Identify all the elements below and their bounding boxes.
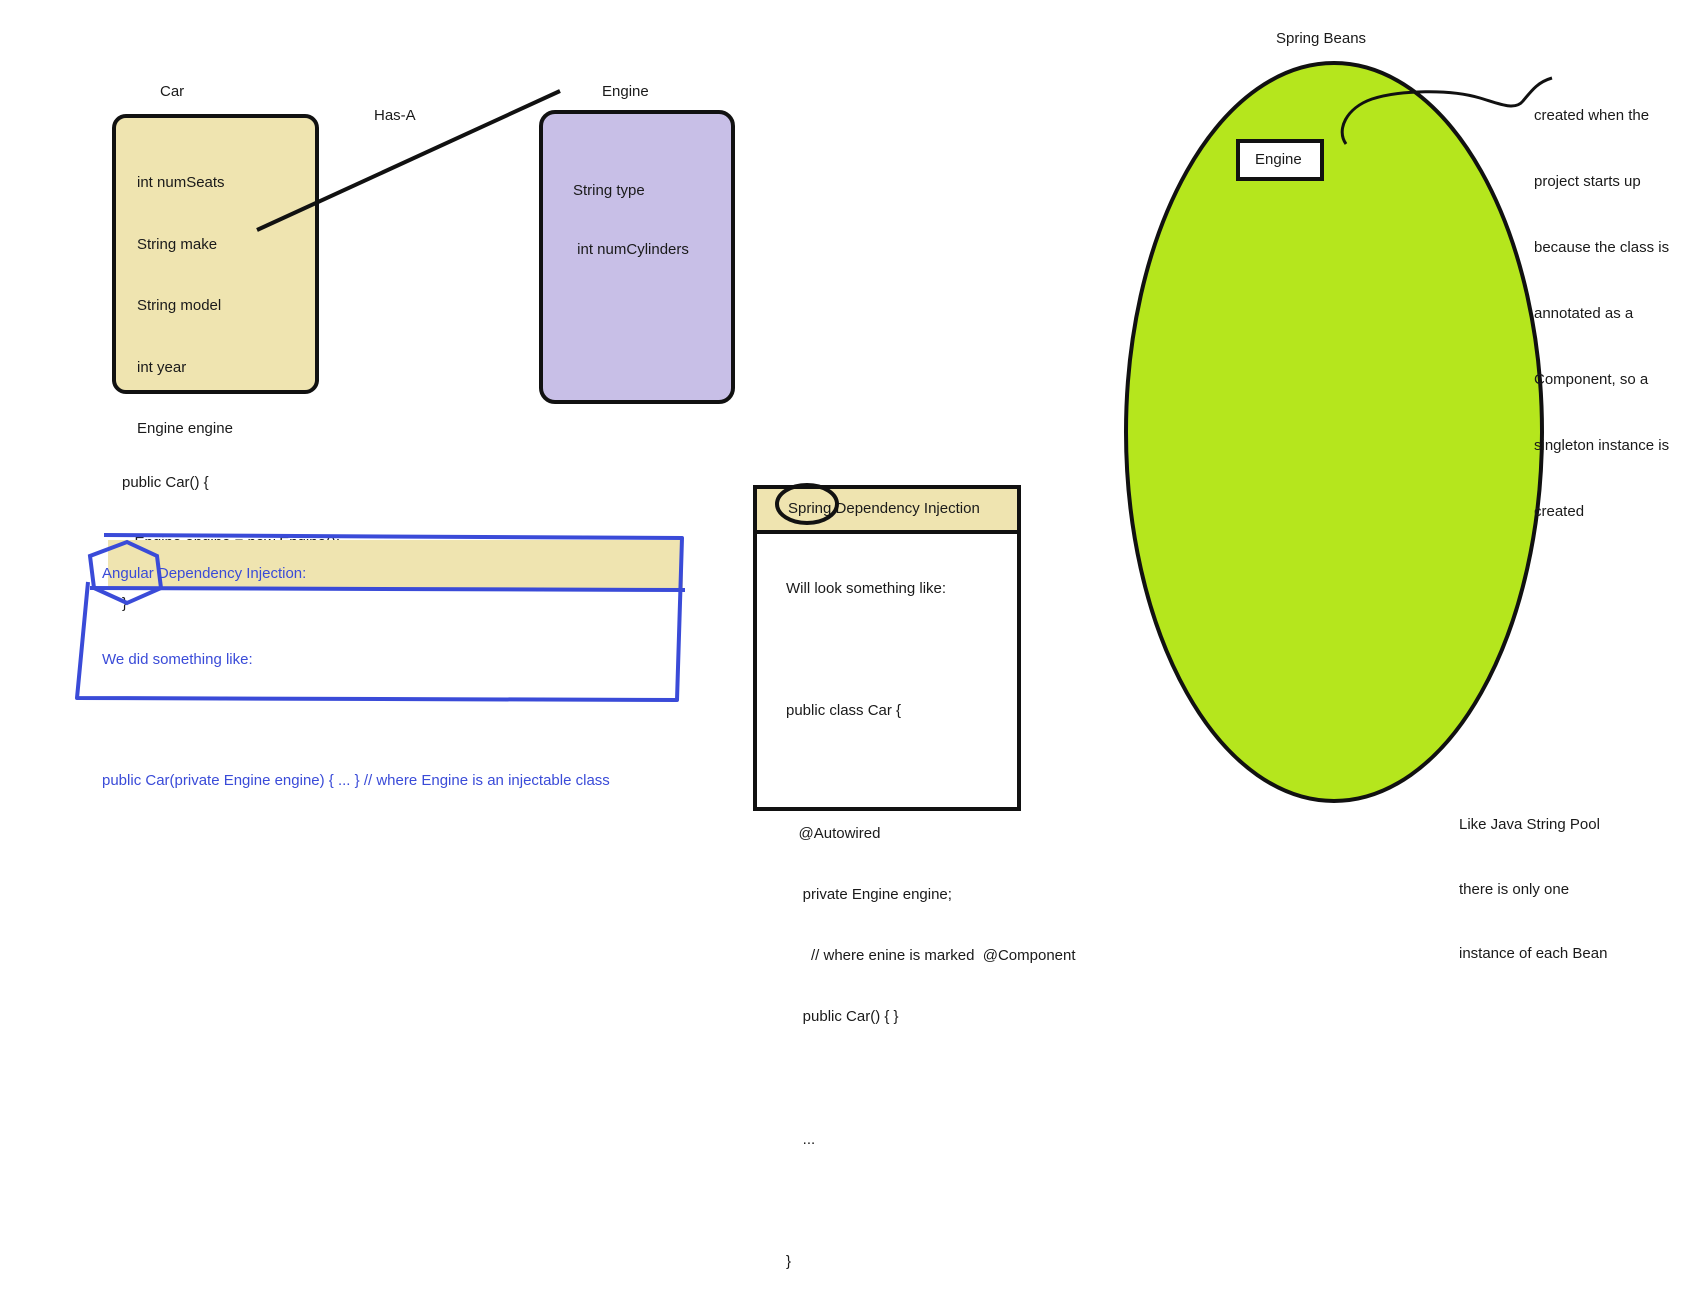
angular-box-outline xyxy=(75,533,684,702)
note-line: project starts up xyxy=(1534,173,1641,190)
note-line: Component, so a xyxy=(1534,371,1649,388)
diagram-strokes xyxy=(75,61,1553,803)
note-line: created when the xyxy=(1534,107,1650,124)
pool-line: Like Java String Pool xyxy=(1459,816,1600,833)
note-line: singleton instance is xyxy=(1534,437,1670,454)
spring-line xyxy=(786,1069,1076,1089)
string-pool-note: Like Java String Pool there is only one … xyxy=(1459,771,1607,986)
spring-line xyxy=(786,1191,1076,1211)
note-line: because the class is xyxy=(1534,239,1670,256)
spring-line: // where enine is marked @Component xyxy=(786,947,1076,965)
spring-line: private Engine engine; xyxy=(786,885,952,903)
note-line: created xyxy=(1534,503,1585,520)
pool-line: instance of each Bean xyxy=(1459,945,1608,962)
spring-line: ... xyxy=(786,1130,816,1148)
engine-bean-box: Engine xyxy=(1236,139,1324,181)
engine-bean-label: Engine xyxy=(1255,151,1302,168)
spring-beans-ellipse xyxy=(1124,61,1544,803)
bean-creation-note: created when the project starts up becau… xyxy=(1534,61,1669,545)
angular-hexagon-highlight xyxy=(87,539,164,606)
note-line: annotated as a xyxy=(1534,305,1634,322)
spring-line: public Car() { } xyxy=(786,1008,899,1026)
pool-line: there is only one xyxy=(1459,880,1570,898)
has-a-line xyxy=(256,89,561,232)
angular-header-divider xyxy=(89,586,686,592)
spring-line: } xyxy=(786,1253,792,1271)
spring-circle-highlight xyxy=(775,483,839,525)
